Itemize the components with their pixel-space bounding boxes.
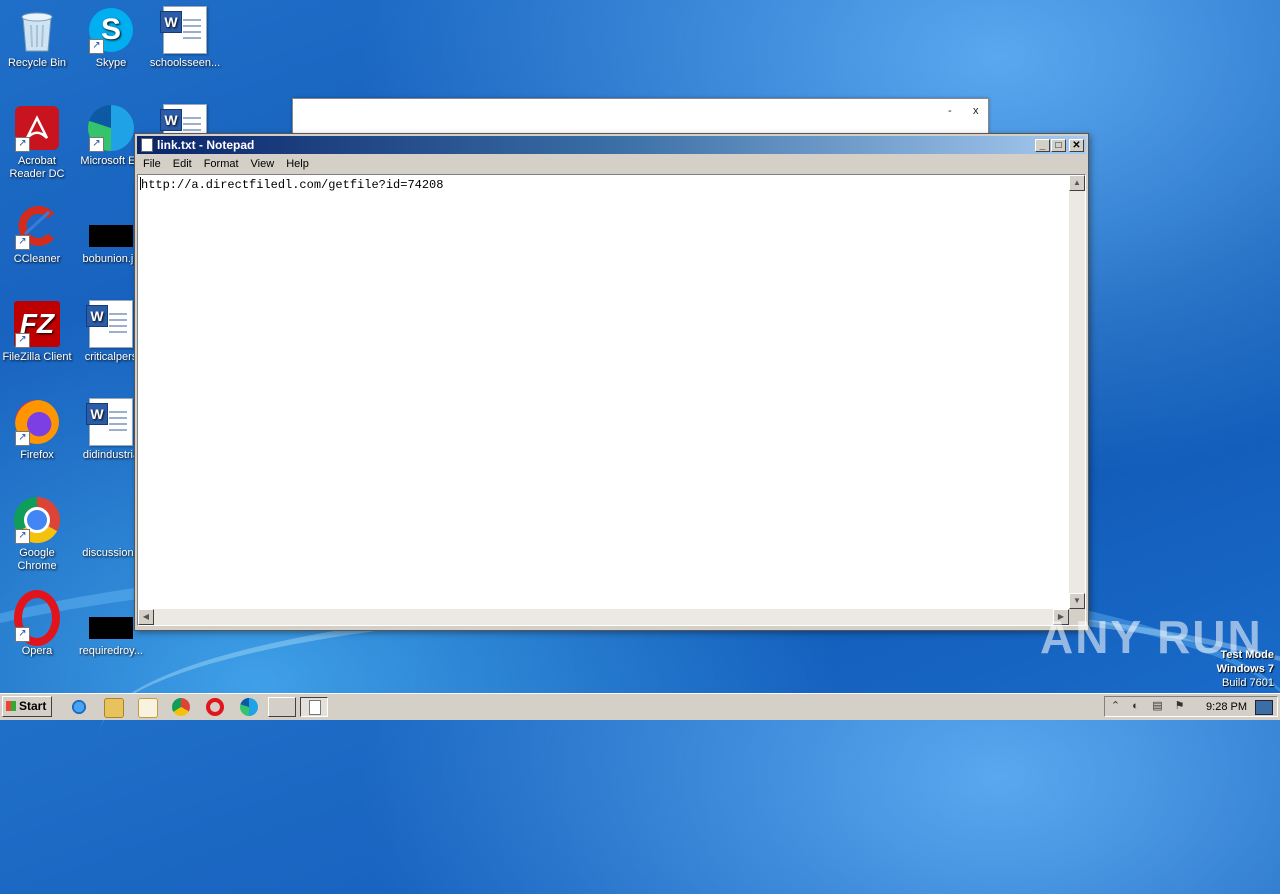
window-title: link.txt - Notepad [157,138,255,152]
recycle-bin-icon [13,6,61,54]
desktop-icon-label: Firefox [20,449,54,461]
title-bar[interactable]: link.txt - Notepad _ □ ✕ [137,136,1086,154]
notepad-icon [141,138,153,152]
vertical-scrollbar[interactable]: ▲ ▼ [1069,175,1085,609]
build-label: Build 7601 [1222,677,1274,689]
os-label: Windows 7 [1216,663,1274,675]
menu-view[interactable]: View [245,158,281,170]
close-button[interactable]: x [973,105,979,117]
desktop-icon-firefox[interactable]: ↗ Firefox [0,398,74,462]
filezilla-icon: FZ ↗ [13,300,61,348]
editor-content[interactable]: http://a.directfiledl.com/getfile?id=742… [140,177,443,192]
start-label: Start [19,699,47,713]
scroll-down-icon[interactable]: ▼ [1069,593,1085,609]
menu-bar: File Edit Format View Help [137,155,1086,173]
desktop-icon-opera[interactable]: ↗ Opera [0,590,74,658]
notepad-icon [309,700,321,715]
start-button[interactable]: Start [2,696,52,717]
flag-icon[interactable]: ⚑ [1173,700,1186,713]
taskbar-app-button[interactable] [268,697,296,717]
edge-icon[interactable] [240,698,258,716]
test-mode-notice: Test Mode Windows 7 Build 7601 [1217,648,1274,690]
taskbar-notepad-button[interactable] [300,697,328,717]
desktop-icon-label: Opera [21,645,53,657]
taskbar: Start ⌃ ◐ ▤ ⚑ 9:28 PM [0,693,1280,720]
menu-help[interactable]: Help [280,158,315,170]
desktop-icon-label: Google Chrome [17,547,57,572]
word-document-icon: W [86,398,135,446]
internet-explorer-icon[interactable] [70,698,88,716]
test-mode-label: Test Mode [1220,649,1274,661]
opera-icon[interactable] [206,698,224,716]
chrome-icon: ↗ [13,496,61,544]
desktop-icon-label: Skype [95,57,127,69]
menu-format[interactable]: Format [198,158,245,170]
word-document-icon: W [86,300,135,348]
word-document-icon: W [160,6,209,54]
edge-icon: ↗ [87,104,135,152]
chevron-up-icon[interactable]: ⌃ [1109,700,1122,713]
notepad-window[interactable]: link.txt - Notepad _ □ ✕ File Edit Forma… [134,133,1089,631]
image-file-icon [87,594,135,642]
desktop-icon-chrome[interactable]: ↗ Google Chrome [0,496,74,573]
menu-file[interactable]: File [137,158,167,170]
desktop-icon-label: requiredroy... [79,645,143,657]
firefox-icon: ↗ [13,398,61,446]
minimize-button[interactable]: _ [1035,139,1050,152]
windows-flag-icon [6,701,16,711]
menu-edit[interactable]: Edit [167,158,198,170]
text-editor[interactable]: http://a.directfiledl.com/getfile?id=742… [137,174,1086,626]
system-tray: ⌃ ◐ ▤ ⚑ 9:28 PM [1104,696,1278,717]
minimize-button[interactable]: - [948,105,952,117]
desktop-icon-schoolsseen[interactable]: W schoolsseen... [148,6,222,70]
desktop-icon-skype[interactable]: S ↗ Skype [74,6,148,70]
media-player-icon[interactable] [138,698,158,718]
acrobat-icon: ↗ [13,104,61,152]
scroll-left-icon[interactable]: ◀ [138,609,154,625]
scroll-up-icon[interactable]: ▲ [1069,175,1085,191]
image-file-icon [87,202,135,250]
close-button[interactable]: ✕ [1069,139,1084,152]
desktop-icon-label: schoolsseen... [149,57,221,69]
desktop-icon-label: Acrobat Reader DC [9,155,65,180]
chrome-icon[interactable] [172,698,190,716]
horizontal-scrollbar[interactable]: ◀ ▶ [138,609,1069,625]
blank-file-icon [87,496,135,544]
desktop-icon-filezilla[interactable]: FZ ↗ FileZilla Client [0,300,74,364]
skype-icon: S ↗ [87,6,135,54]
desktop-icon-label: FileZilla Client [2,351,72,363]
network-icon[interactable]: ▤ [1151,700,1164,713]
speaker-icon[interactable]: ◐ [1129,700,1142,713]
editor-text: http://a.directfiledl.com/getfile?id=742… [141,178,444,192]
desktop-icon-label: Recycle Bin [7,57,67,69]
show-desktop-button[interactable] [1255,700,1273,715]
opera-icon: ↗ [13,590,61,646]
clock[interactable]: 9:28 PM [1206,701,1247,713]
ccleaner-icon: ↗ [13,202,61,250]
maximize-button[interactable]: □ [1051,139,1066,152]
desktop-icon-acrobat[interactable]: ↗ Acrobat Reader DC [0,104,74,181]
desktop-icon-ccleaner[interactable]: ↗ CCleaner [0,202,74,266]
desktop-icon-label: CCleaner [13,253,61,265]
desktop-icon-recycle-bin[interactable]: Recycle Bin [0,6,74,70]
explorer-icon[interactable] [104,698,124,718]
